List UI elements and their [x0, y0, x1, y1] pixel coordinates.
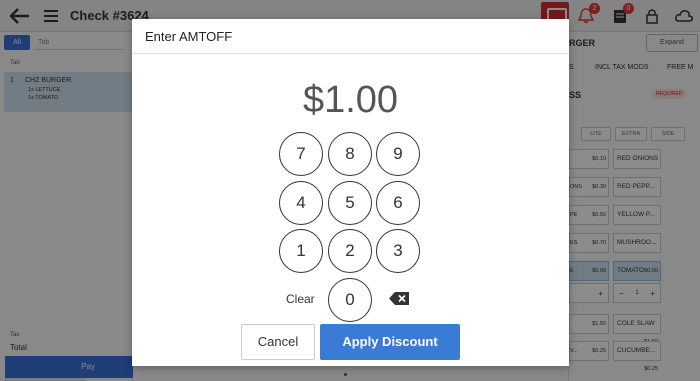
dialog-title: Enter AMTOFF	[145, 29, 233, 44]
keypad-4[interactable]: 4	[279, 181, 323, 225]
keypad-5[interactable]: 5	[328, 181, 372, 225]
keypad-8[interactable]: 8	[328, 132, 372, 176]
clear-button[interactable]: Clear	[286, 292, 315, 306]
keypad-0[interactable]: 0	[328, 278, 372, 322]
dialog-header: Enter AMTOFF	[132, 19, 569, 54]
keypad-1[interactable]: 1	[279, 229, 323, 273]
apply-discount-button[interactable]: Apply Discount	[320, 324, 460, 360]
amount-display: $1.00	[302, 79, 399, 121]
keypad-6[interactable]: 6	[376, 181, 420, 225]
keypad-7[interactable]: 7	[279, 132, 323, 176]
backspace-icon[interactable]	[388, 291, 410, 306]
keypad-3[interactable]: 3	[376, 229, 420, 273]
keypad-2[interactable]: 2	[328, 229, 372, 273]
amount-dialog: Enter AMTOFF $1.00 7 8 9 4 5 6 1 2 3 0 C…	[132, 19, 569, 366]
keypad-9[interactable]: 9	[376, 132, 420, 176]
cancel-button[interactable]: Cancel	[241, 324, 315, 360]
